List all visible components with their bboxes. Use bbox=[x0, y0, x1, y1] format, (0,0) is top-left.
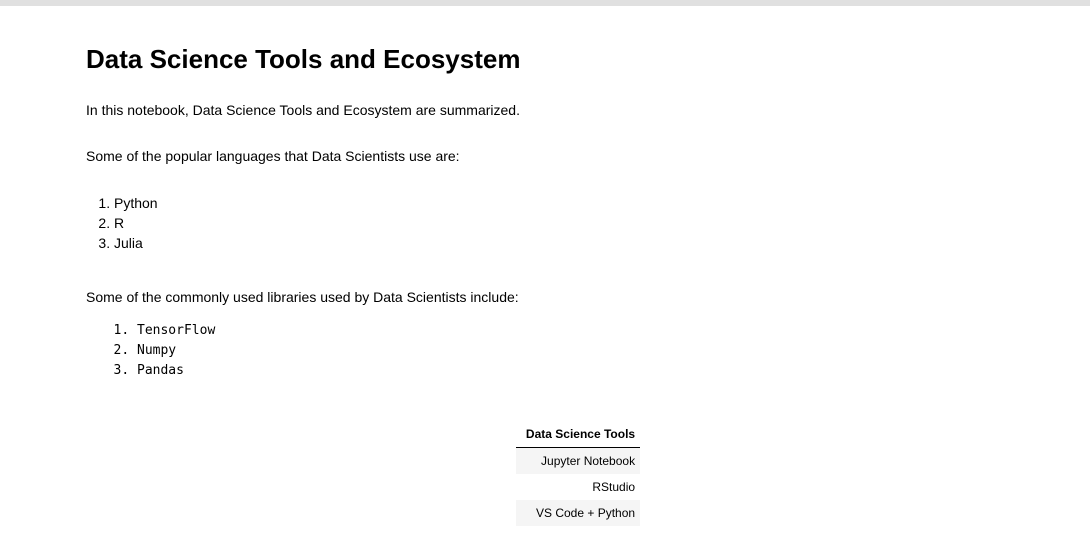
table-header-cell: Data Science Tools bbox=[516, 423, 641, 448]
table-header-row: Data Science Tools bbox=[516, 423, 641, 448]
top-toolbar-strip bbox=[0, 0, 1090, 6]
intro-text: In this notebook, Data Science Tools and… bbox=[86, 102, 520, 118]
languages-list: Python R Julia bbox=[86, 193, 158, 253]
page-title: Data Science Tools and Ecosystem bbox=[86, 44, 521, 74]
libraries-list: TensorFlow Numpy Pandas bbox=[86, 321, 215, 381]
list-item-library: TensorFlow bbox=[137, 321, 215, 341]
table-row: VS Code + Python bbox=[516, 500, 641, 526]
tools-table: Data Science Tools Jupyter Notebook RStu… bbox=[516, 423, 641, 526]
table-cell: Jupyter Notebook bbox=[516, 447, 641, 474]
table-cell: VS Code + Python bbox=[516, 500, 641, 526]
table-row: Jupyter Notebook bbox=[516, 447, 641, 474]
table-row: RStudio bbox=[516, 474, 640, 500]
list-item-library: Numpy bbox=[137, 341, 215, 361]
languages-heading: Some of the popular languages that Data … bbox=[86, 148, 460, 164]
libraries-heading: Some of the commonly used libraries used… bbox=[86, 289, 519, 305]
list-item-library: Pandas bbox=[137, 361, 215, 381]
table-cell: RStudio bbox=[592, 480, 636, 494]
list-item-language: Julia bbox=[114, 233, 158, 253]
list-item-language: R bbox=[114, 213, 158, 233]
list-item-language: Python bbox=[114, 193, 158, 213]
